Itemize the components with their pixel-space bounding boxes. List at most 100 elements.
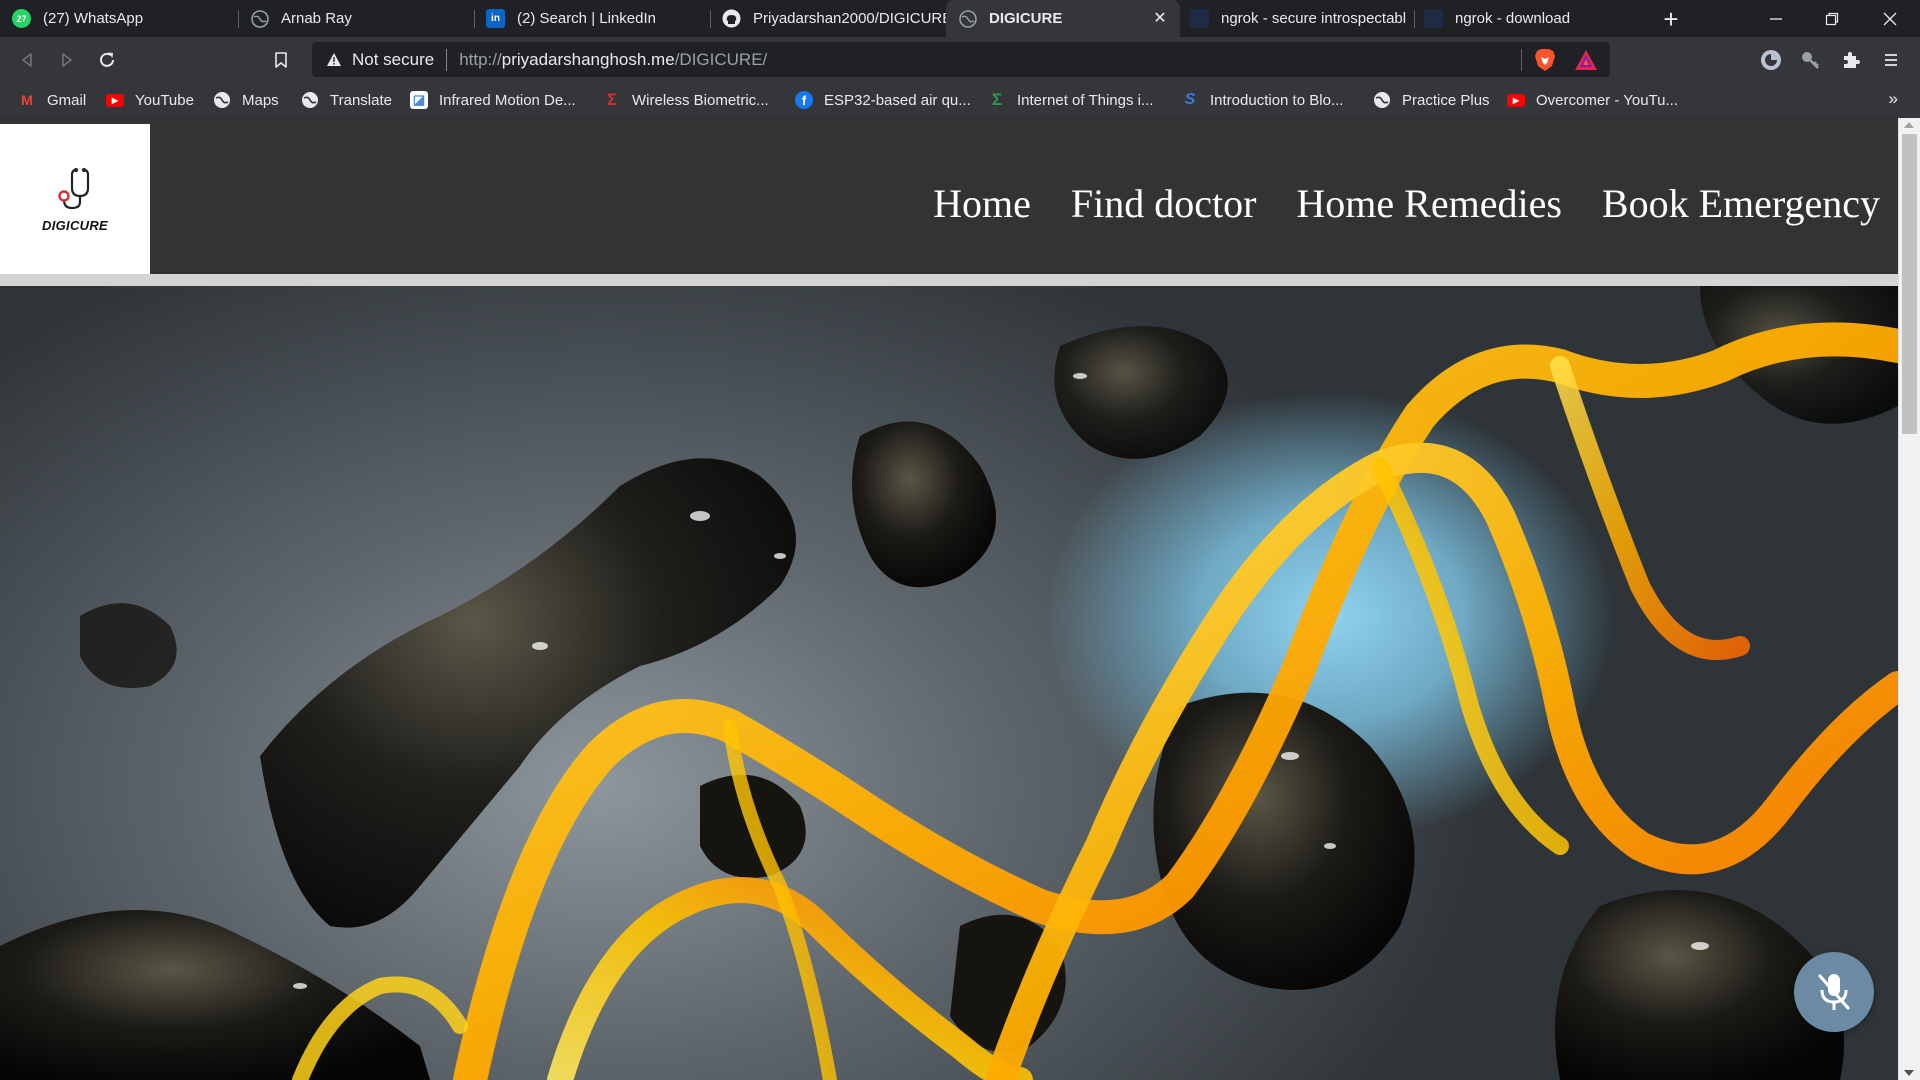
tab-title: ngrok - download bbox=[1455, 10, 1571, 27]
microphone-off-icon bbox=[1818, 974, 1850, 1010]
bookmark-label: Practice Plus bbox=[1402, 91, 1490, 109]
site-header: DIGICURE Home Find doctor Home Remedies … bbox=[0, 118, 1898, 274]
github-icon bbox=[722, 9, 741, 28]
bookmark-internet-of-things[interactable]: Σ Internet of Things i... bbox=[988, 89, 1154, 111]
security-label[interactable]: Not secure bbox=[352, 50, 434, 70]
ngrok-icon bbox=[1424, 9, 1443, 28]
page-viewport: DIGICURE Home Find doctor Home Remedies … bbox=[0, 118, 1898, 1080]
tab-linkedin[interactable]: in (2) Search | LinkedIn bbox=[474, 0, 710, 37]
tab-title: Arnab Ray bbox=[281, 10, 352, 27]
page-scrollbar[interactable] bbox=[1898, 118, 1920, 1080]
restore-button[interactable] bbox=[1804, 0, 1860, 37]
address-bar[interactable]: Not secure http://priyadarshanghosh.me/D… bbox=[312, 42, 1610, 77]
bookmark-maps[interactable]: Maps bbox=[213, 89, 279, 111]
bookmark-label: ESP32-based air qu... bbox=[824, 91, 971, 109]
bookmark-gmail[interactable]: M Gmail bbox=[18, 89, 86, 111]
bookmark-youtube[interactable]: ▶ YouTube bbox=[106, 89, 194, 111]
url-scheme: http:// bbox=[459, 49, 502, 69]
close-window-button[interactable] bbox=[1862, 0, 1918, 37]
s-icon: S bbox=[1184, 91, 1196, 108]
browser-toolbar: Not secure http://priyadarshanghosh.me/D… bbox=[0, 37, 1920, 82]
bookmark-label: Gmail bbox=[47, 91, 87, 109]
bookmark-label: Wireless Biometric... bbox=[632, 91, 769, 109]
tab-strip: 27 (27) WhatsApp Arnab Ray in (2) Search… bbox=[0, 0, 1920, 37]
hero-image bbox=[0, 286, 1898, 1080]
bookmark-intro-blockchain[interactable]: S Introduction to Blo... bbox=[1181, 89, 1344, 111]
scroll-up-arrow-icon[interactable] bbox=[1904, 122, 1914, 128]
bookmark-overcomer[interactable]: ▶ Overcomer - YouTu... bbox=[1507, 89, 1678, 111]
site-nav: Home Find doctor Home Remedies Book Emer… bbox=[933, 180, 1880, 227]
site-logo[interactable]: DIGICURE bbox=[0, 124, 150, 274]
nav-home[interactable]: Home bbox=[933, 180, 1031, 227]
ngrok-icon bbox=[1190, 9, 1209, 28]
bookmark-label: Translate bbox=[330, 91, 392, 109]
linkedin-icon: in bbox=[486, 9, 505, 28]
reload-icon bbox=[100, 52, 114, 67]
menu-icon[interactable] bbox=[1878, 47, 1904, 73]
bookmark-icon bbox=[275, 52, 287, 68]
scroll-down-arrow-icon[interactable] bbox=[1904, 1070, 1914, 1076]
instructables-icon: ◪ bbox=[410, 91, 428, 109]
tab-title: Priyadarshan2000/DIGICURE bbox=[753, 10, 946, 27]
gmail-icon: M bbox=[21, 92, 33, 108]
extensions-puzzle-icon[interactable] bbox=[1838, 47, 1864, 73]
brave-shields-icon[interactable] bbox=[1534, 48, 1556, 72]
scroll-thumb[interactable] bbox=[1902, 134, 1917, 434]
close-icon[interactable]: ✕ bbox=[1150, 8, 1170, 28]
bookmark-infrared-motion[interactable]: ◪ Infrared Motion De... bbox=[410, 89, 576, 111]
globe-icon bbox=[301, 91, 319, 109]
tab-ngrok-download[interactable]: ngrok - download bbox=[1414, 0, 1648, 37]
globe-icon bbox=[958, 9, 977, 28]
tab-title: (2) Search | LinkedIn bbox=[517, 10, 656, 27]
bookmark-esp32-air-quality[interactable]: f ESP32-based air qu... bbox=[795, 89, 971, 111]
tab-title: ngrok - secure introspectabl bbox=[1221, 10, 1407, 27]
globe-icon bbox=[1373, 91, 1391, 109]
minimize-icon bbox=[1770, 17, 1782, 20]
nav-home-remedies[interactable]: Home Remedies bbox=[1296, 180, 1562, 227]
tab-github[interactable]: Priyadarshan2000/DIGICURE bbox=[710, 0, 946, 37]
back-icon bbox=[22, 53, 32, 67]
facebook-icon: f bbox=[795, 91, 813, 109]
forward-button[interactable] bbox=[51, 44, 83, 76]
minimize-button[interactable] bbox=[1748, 0, 1804, 37]
bookmark-label: Internet of Things i... bbox=[1017, 91, 1154, 109]
url-path: /DIGICURE/ bbox=[674, 49, 768, 69]
whatsapp-icon: 27 bbox=[12, 9, 31, 28]
bookmark-practice-plus[interactable]: Practice Plus bbox=[1373, 89, 1490, 111]
nav-book-emergency[interactable]: Book Emergency bbox=[1602, 180, 1880, 227]
reload-button[interactable] bbox=[91, 44, 123, 76]
brave-rewards-icon[interactable] bbox=[1574, 49, 1598, 71]
bookmark-label: YouTube bbox=[135, 91, 194, 109]
bookmark-label: Overcomer - YouTu... bbox=[1536, 91, 1679, 109]
bookmark-label: Infrared Motion De... bbox=[439, 91, 576, 109]
warning-icon[interactable] bbox=[324, 50, 344, 70]
sigma-icon: Σ bbox=[606, 90, 618, 109]
new-tab-button[interactable]: + bbox=[1656, 4, 1686, 34]
tab-digicure[interactable]: DIGICURE ✕ bbox=[946, 0, 1180, 37]
bookmarks-overflow-button[interactable]: » bbox=[1889, 89, 1898, 109]
forward-icon bbox=[62, 53, 72, 67]
bookmark-translate[interactable]: Translate bbox=[301, 89, 392, 111]
restore-icon bbox=[1825, 12, 1839, 25]
address-divider bbox=[446, 48, 448, 71]
globe-icon bbox=[213, 91, 231, 109]
nav-find-doctor[interactable]: Find doctor bbox=[1071, 180, 1257, 227]
bookmark-page-button[interactable] bbox=[265, 44, 297, 76]
dna-helix-illustration bbox=[0, 286, 1898, 1080]
omnibox-divider bbox=[1521, 49, 1522, 71]
tab-whatsapp[interactable]: 27 (27) WhatsApp bbox=[0, 0, 237, 37]
tab-arnab-ray[interactable]: Arnab Ray bbox=[238, 0, 474, 37]
back-button[interactable] bbox=[11, 44, 43, 76]
extension-vpn-icon[interactable] bbox=[1758, 47, 1784, 73]
youtube-icon: ▶ bbox=[1507, 93, 1525, 107]
tab-ngrok-introspect[interactable]: ngrok - secure introspectabl bbox=[1180, 0, 1414, 37]
url-text[interactable]: http://priyadarshanghosh.me/DIGICURE/ bbox=[459, 50, 767, 70]
youtube-icon: ▶ bbox=[106, 93, 124, 107]
extension-key-icon[interactable] bbox=[1797, 47, 1823, 73]
header-divider bbox=[0, 274, 1898, 286]
tab-title: DIGICURE bbox=[989, 10, 1063, 27]
bookmark-label: Maps bbox=[242, 91, 279, 109]
bookmark-wireless-biometric[interactable]: Σ Wireless Biometric... bbox=[603, 89, 769, 111]
voice-assistant-button[interactable] bbox=[1794, 952, 1874, 1032]
stethoscope-icon bbox=[58, 167, 90, 209]
